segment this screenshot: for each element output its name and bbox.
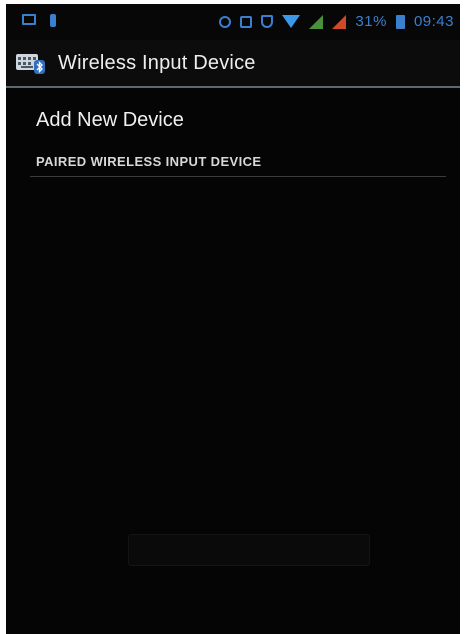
signal-sim2-icon — [332, 14, 347, 29]
clock-icon — [240, 15, 253, 28]
clock-time: 09:43 — [413, 13, 454, 30]
image-notification-icon — [22, 14, 36, 25]
signal-sim1-icon — [309, 14, 324, 29]
keyboard-bluetooth-icon[interactable] — [16, 52, 46, 74]
notification-icons — [22, 14, 56, 27]
add-new-device-item[interactable]: Add New Device — [30, 100, 446, 140]
status-bar: 31% 09:43 — [6, 4, 460, 40]
phone-screen: 31% 09:43 Wireless Input Device Add New … — [6, 4, 460, 634]
battery-percent: 31% — [355, 13, 387, 30]
action-bar: Wireless Input Device — [6, 40, 460, 88]
paired-devices-header: PAIRED WIRELESS INPUT DEVICE — [36, 154, 262, 169]
bottom-action-button[interactable] — [128, 534, 370, 566]
sync-icon — [219, 15, 232, 28]
shield-icon — [261, 15, 274, 28]
battery-icon — [395, 14, 405, 29]
system-icons: 31% 09:43 — [219, 13, 454, 30]
usb-icon — [50, 14, 56, 27]
wifi-icon — [282, 15, 301, 28]
section-divider — [30, 176, 446, 177]
page-title: Wireless Input Device — [58, 52, 256, 74]
